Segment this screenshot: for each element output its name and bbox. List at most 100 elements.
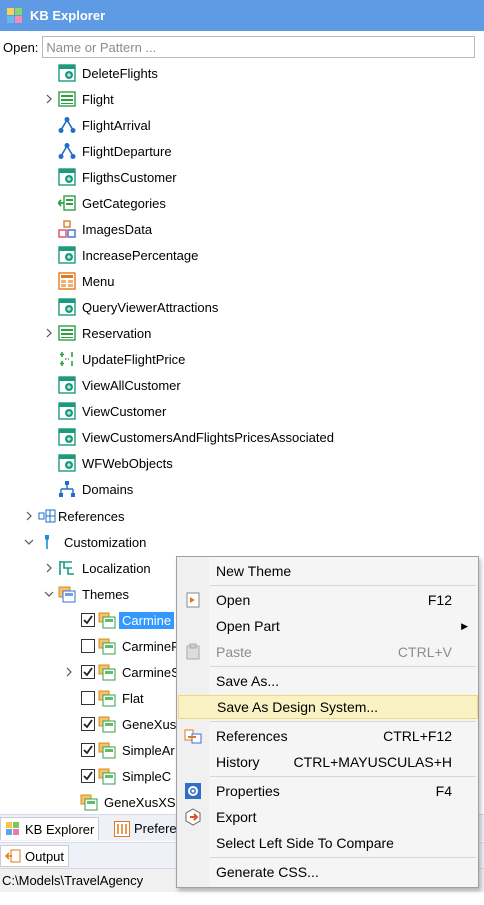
menu-item-properties[interactable]: Properties F4 (178, 779, 478, 803)
theme-checkbox[interactable] (81, 691, 95, 705)
menu-item-shortcut: CTRL+V (397, 644, 452, 660)
tree-node-label: GetCategories (82, 195, 166, 211)
tree-node-viewallcustomer[interactable]: ViewAllCustomer (58, 374, 181, 396)
menu-item-export[interactable]: Export (178, 805, 478, 829)
webpanel-icon (58, 246, 76, 264)
tree-node-increasepercentage[interactable]: IncreasePercentage (58, 244, 198, 266)
references-icon (38, 509, 56, 523)
theme-icon (98, 768, 116, 785)
tree-node-viewcustomer[interactable]: ViewCustomer (58, 400, 166, 422)
dataprovider-icon (58, 195, 76, 211)
open-search-input[interactable] (42, 36, 476, 58)
tree-node-label: Reservation (82, 325, 152, 341)
chevron-down-icon[interactable] (44, 589, 54, 599)
preferences-icon (114, 820, 130, 837)
webpanel-icon (58, 428, 76, 446)
tree-node-getcategories[interactable]: GetCategories (58, 192, 166, 214)
menu-item-generate-css[interactable]: Generate CSS... (178, 860, 478, 884)
chevron-right-icon[interactable] (64, 667, 74, 677)
menu-separator (210, 857, 476, 858)
submenu-arrow-icon: ▶ (461, 620, 468, 631)
tab-output[interactable]: Output (0, 845, 70, 867)
menu-item-label: Export (216, 809, 257, 825)
export-icon (185, 808, 201, 826)
chevron-right-icon[interactable] (44, 94, 54, 104)
window-titlebar: KB Explorer (0, 0, 484, 31)
tab-label: Output (25, 848, 65, 864)
menu-item-shortcut: F12 (427, 592, 452, 608)
open-bar: Open: (0, 35, 484, 59)
theme-checkbox[interactable] (81, 769, 95, 783)
tree-node-label: GeneXusXS (104, 794, 176, 810)
tree-node-viewcustomersandflightspricesassociated[interactable]: ViewCustomersAndFlightsPricesAssociated (58, 426, 334, 448)
chevron-right-icon[interactable] (44, 563, 54, 573)
menu-separator (210, 666, 476, 667)
tab-preferences[interactable]: Prefere (110, 817, 181, 840)
tree-node-label: References (58, 508, 125, 524)
structure-icon (58, 220, 76, 238)
tree-node-theme[interactable]: GeneXus (81, 713, 176, 735)
tree-node-menu[interactable]: Menu (58, 270, 115, 292)
menu-item-references[interactable]: References CTRL+F12 (178, 724, 478, 748)
chevron-down-icon[interactable] (24, 537, 34, 547)
menu-item-save-as[interactable]: Save As... (178, 669, 478, 693)
tree-node-theme[interactable]: CarmineS (81, 661, 180, 683)
menu-item-open[interactable]: Open F12 (178, 588, 478, 612)
menu-separator (210, 585, 476, 586)
menu-item-save-as-design-system[interactable]: Save As Design System... (178, 695, 478, 719)
tree-node-flightarrival[interactable]: FlightArrival (58, 114, 151, 136)
tree-node-label: CarmineF (122, 638, 180, 654)
tree-node-themes[interactable]: Themes (58, 583, 129, 605)
menu-item-label: Open (216, 592, 251, 608)
tree-node-genexus-xs[interactable]: GeneXusXS (80, 791, 176, 813)
theme-checkbox[interactable] (81, 613, 95, 627)
properties-gear-icon (185, 783, 201, 799)
tree-node-flightdeparture[interactable]: FlightDeparture (58, 140, 172, 162)
menu-item-open-part[interactable]: Open Part ▶ (178, 614, 478, 638)
output-icon (5, 849, 21, 863)
tree-node-domains[interactable]: Domains (58, 478, 133, 500)
tree-node-label: FligthsCustomer (82, 169, 177, 185)
tree-node-updateflightprice[interactable]: UpdateFlightPrice (58, 348, 185, 370)
tree-node-theme[interactable]: SimpleAr (81, 739, 175, 761)
menu-item-label: Select Left Side To Compare (216, 835, 394, 851)
theme-icon (98, 742, 116, 759)
tree-node-references[interactable]: References (38, 505, 124, 527)
theme-checkbox[interactable] (81, 665, 95, 679)
tree-node-queryviewerattractions[interactable]: QueryViewerAttractions (58, 296, 218, 318)
tree-node-fligthscustomer[interactable]: FligthsCustomer (58, 166, 177, 188)
tree-node-deleteflights[interactable]: DeleteFlights (58, 62, 158, 84)
tree-node-label: ViewAllCustomer (82, 377, 181, 393)
tree-node-label: Themes (82, 586, 129, 602)
menu-item-label: Save As... (216, 673, 280, 689)
tree-node-reservation[interactable]: Reservation (58, 322, 151, 344)
open-label: Open: (3, 39, 39, 55)
theme-icon (98, 690, 116, 707)
menu-item-history[interactable]: History CTRL+MAYUSCULAS+H (178, 750, 478, 774)
tree-node-label: CarmineS (122, 664, 180, 680)
tree-node-imagesdata[interactable]: ImagesData (58, 218, 152, 240)
tree-node-customization[interactable]: Customization (38, 531, 146, 553)
theme-checkbox[interactable] (81, 743, 95, 757)
menu-item-paste[interactable]: Paste CTRL+V (178, 640, 478, 664)
chevron-right-icon[interactable] (44, 328, 54, 338)
chevron-right-icon[interactable] (24, 511, 34, 521)
menu-item-new-theme[interactable]: New Theme (178, 559, 478, 583)
tree-node-theme[interactable]: CarmineF (81, 635, 179, 657)
tree-node-label: SimpleC (122, 768, 172, 784)
theme-icon (98, 638, 116, 655)
tree-node-flight[interactable]: Flight (58, 88, 114, 110)
tree-node-localization[interactable]: Localization (58, 557, 151, 579)
menu-item-select-left-side[interactable]: Select Left Side To Compare (178, 831, 478, 855)
tree-node-theme[interactable]: Flat (81, 687, 144, 709)
tree-node-theme[interactable]: SimpleC (81, 765, 171, 787)
tree-node-label: Flight (82, 91, 114, 107)
tree-node-wfwebobjects[interactable]: WFWebObjects (58, 452, 173, 474)
theme-checkbox[interactable] (81, 717, 95, 731)
menu-icon (58, 272, 76, 290)
tree-node-theme[interactable]: Carmine (81, 609, 175, 631)
tab-kb-explorer[interactable]: KB Explorer (0, 817, 100, 840)
tree-node-label: FlightDeparture (82, 143, 172, 159)
menu-item-shortcut: F4 (435, 783, 452, 799)
theme-checkbox[interactable] (81, 639, 95, 653)
